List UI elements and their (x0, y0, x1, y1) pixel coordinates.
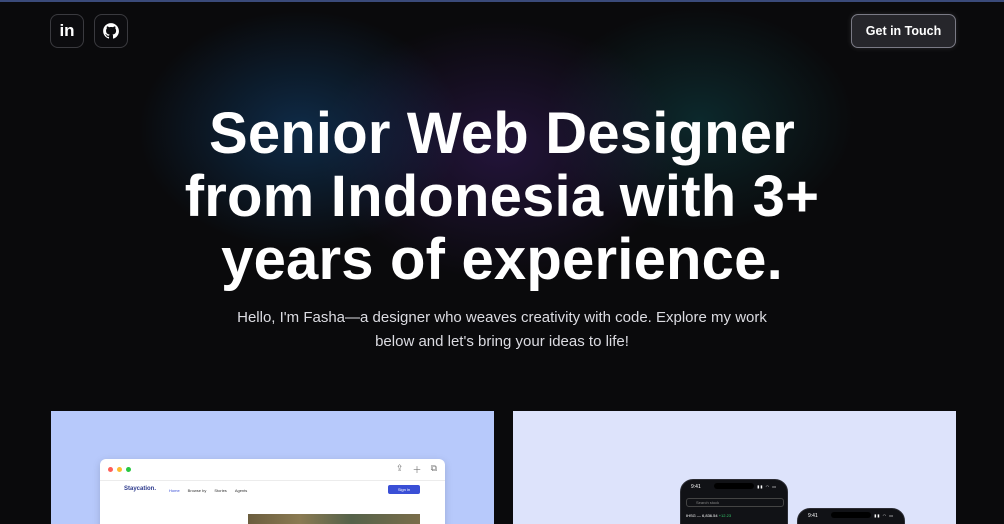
phone-mockup-secondary: 9:41 ▮▮ ◠ ▭ (797, 508, 905, 524)
linkedin-icon: in (59, 21, 75, 40)
mockup-nav-item: Browse by (187, 488, 207, 493)
browser-mockup: ⇪ ＋ ⧉ Staycation. Home Browse by Stories… (100, 459, 445, 524)
phone-notch (831, 512, 871, 518)
mockup-signin-button: Sign in (388, 485, 420, 494)
plus-icon: ＋ (412, 465, 422, 475)
get-in-touch-button[interactable]: Get in Touch (851, 14, 956, 48)
mockup-hero-photo (248, 514, 420, 524)
top-border (0, 0, 1004, 2)
share-icon: ⇪ (396, 463, 404, 473)
ticker-value: 6,836.54 (702, 513, 718, 518)
mockup-nav-item: Stories (214, 488, 227, 493)
phone-search-placeholder: Search stock (696, 500, 720, 505)
phone-notch (714, 483, 754, 489)
subtitle-line: below and let's bring your ideas to life… (375, 333, 629, 350)
hero-headline: Senior Web Designer from Indonesia with … (120, 102, 884, 291)
headline-line: years of experience. (221, 227, 783, 292)
mockup-nav-item: Agents (234, 488, 248, 493)
close-dot-icon (108, 467, 113, 472)
phone-mockup: 9:41 ▮▮ ◠ ▭ Search stock IHSG — 6,836.54… (680, 479, 788, 524)
window-controls (108, 467, 131, 472)
browser-divider (100, 480, 445, 481)
maximize-dot-icon (126, 467, 131, 472)
mockup-brand: Staycation. (124, 486, 157, 492)
subtitle-line: Hello, I'm Fasha—a designer who weaves c… (237, 309, 767, 326)
phone-status-icons: ▮▮ ◠ ▭ (874, 513, 894, 518)
headline-line: from Indonesia with 3+ (184, 164, 820, 229)
linkedin-link[interactable]: in (50, 14, 84, 48)
phone-status-icons: ▮▮ ◠ ▭ (757, 484, 777, 489)
tabs-icon: ⧉ (430, 463, 437, 473)
mockup-nav-item: Home (169, 488, 180, 493)
phone-search-field: Search stock (686, 498, 784, 507)
github-link[interactable] (94, 14, 128, 48)
minimize-dot-icon (117, 467, 122, 472)
phone-time: 9:41 (808, 513, 818, 519)
phone-ticker: IHSG — 6,836.54 +12.23 (686, 513, 732, 518)
ticker-change: +12.23 (718, 513, 732, 518)
phone-time: 9:41 (691, 484, 701, 490)
headline-line: Senior Web Designer (208, 101, 796, 166)
hero-subtitle: Hello, I'm Fasha—a designer who weaves c… (210, 306, 794, 354)
mockup-nav: Home Browse by Stories Agents (169, 488, 247, 493)
project-card-staycation[interactable]: ⇪ ＋ ⧉ Staycation. Home Browse by Stories… (51, 411, 494, 524)
project-card-stock-app[interactable]: 9:41 ▮▮ ◠ ▭ Search stock IHSG — 6,836.54… (513, 411, 956, 524)
github-icon (103, 23, 119, 39)
ticker-symbol: IHSG (686, 513, 696, 518)
browser-toolbar-icons: ⇪ ＋ ⧉ (396, 463, 437, 476)
